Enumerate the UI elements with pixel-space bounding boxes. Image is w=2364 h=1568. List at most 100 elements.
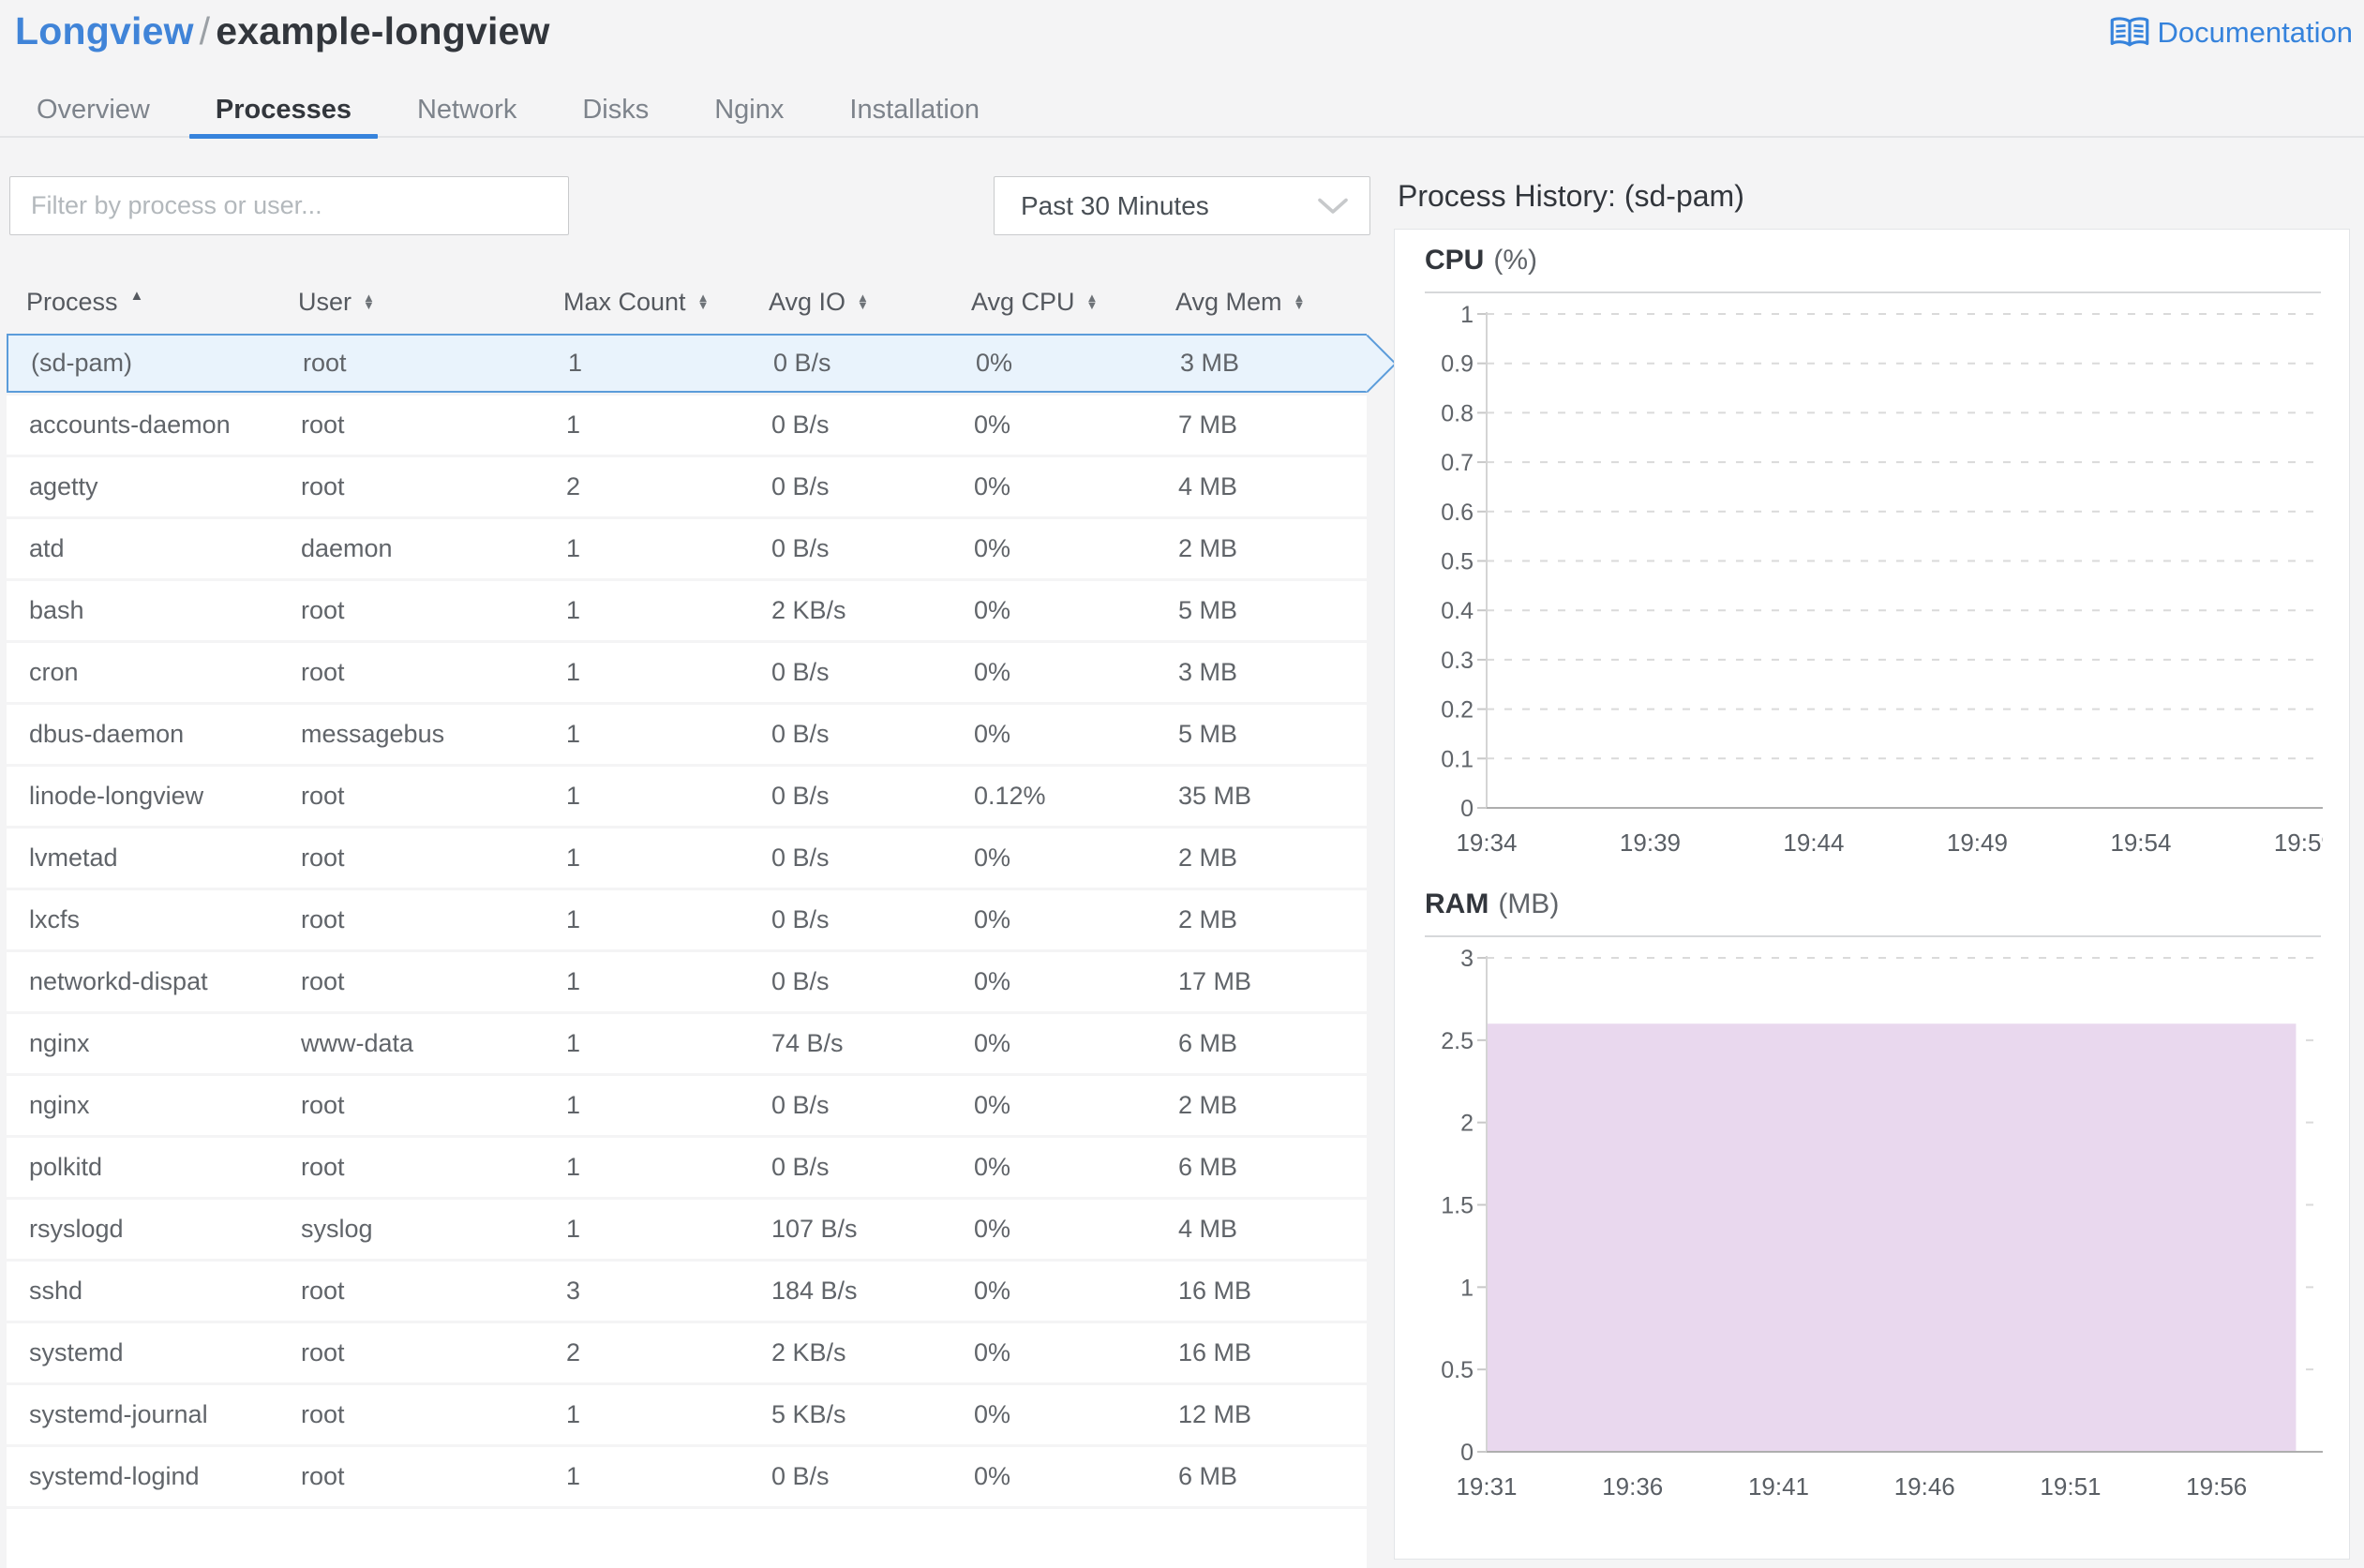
cell-user: root bbox=[301, 472, 345, 500]
table-row[interactable]: lvmetad root 1 0 B/s 0% 2 MB bbox=[7, 829, 1367, 888]
cell-avg-mem: 2 MB bbox=[1178, 844, 1238, 872]
sort-icon: ▲ ▼ bbox=[363, 290, 375, 312]
table-row[interactable]: linode-longview root 1 0 B/s 0.12% 35 MB bbox=[7, 767, 1367, 826]
tab-nginx[interactable]: Nginx bbox=[714, 84, 784, 136]
cell-avg-io: 0 B/s bbox=[771, 905, 830, 933]
chevron-down-icon bbox=[1317, 197, 1349, 216]
column-header[interactable]: Avg IO ▲ ▼ bbox=[749, 288, 951, 317]
column-label: Process bbox=[26, 287, 118, 316]
svg-text:0.9: 0.9 bbox=[1441, 351, 1474, 378]
cell-user: root bbox=[301, 1400, 345, 1428]
cell-avg-io: 2 KB/s bbox=[771, 596, 846, 624]
table-row[interactable]: agetty root 2 0 B/s 0% 4 MB bbox=[7, 457, 1367, 516]
cell-process: systemd-journal bbox=[29, 1400, 208, 1428]
svg-text:19:51: 19:51 bbox=[2040, 1472, 2101, 1501]
cpu-chart: CPU (%) 0 0.1 0.2 0.3 0.4 0.5 0.6 0.7 0.8 0.9 1 19:… bbox=[1425, 230, 2323, 868]
cell-avg-io: 0 B/s bbox=[773, 349, 831, 377]
cell-max-count: 2 bbox=[566, 472, 581, 500]
tab-label: Installation bbox=[849, 95, 980, 125]
tab-installation[interactable]: Installation bbox=[849, 84, 980, 136]
table-row[interactable]: polkitd root 1 0 B/s 0% 6 MB bbox=[7, 1138, 1367, 1197]
column-header[interactable]: Avg Mem ▲ ▼ bbox=[1156, 288, 1367, 317]
cell-avg-mem: 2 MB bbox=[1178, 905, 1238, 933]
documentation-link[interactable]: Documentation bbox=[2109, 15, 2353, 51]
cell-avg-io: 0 B/s bbox=[771, 1153, 830, 1181]
cell-user: daemon bbox=[301, 534, 393, 562]
cell-avg-mem: 2 MB bbox=[1178, 1091, 1238, 1119]
cell-avg-mem: 6 MB bbox=[1178, 1153, 1238, 1181]
chart-plot: 0 0.1 0.2 0.3 0.4 0.5 0.6 0.7 0.8 0.9 1 19:34 19:39 1… bbox=[1441, 306, 2323, 857]
cell-avg-mem: 5 MB bbox=[1178, 596, 1238, 624]
svg-text:2: 2 bbox=[1460, 1111, 1474, 1137]
cell-avg-io: 0 B/s bbox=[771, 411, 830, 439]
cell-max-count: 1 bbox=[566, 1091, 581, 1119]
cell-max-count: 1 bbox=[566, 1153, 581, 1181]
table-row[interactable]: lxcfs root 1 0 B/s 0% 2 MB bbox=[7, 890, 1367, 949]
tab-bar: Overview Processes Network Disks Nginx I… bbox=[0, 84, 2364, 139]
table-row-partial bbox=[7, 1509, 1367, 1568]
chart-divider bbox=[1425, 291, 2321, 293]
table-row[interactable]: systemd-journal root 1 5 KB/s 0% 12 MB bbox=[7, 1385, 1367, 1444]
sort-icon: ▲ ▼ bbox=[696, 290, 710, 312]
svg-text:0.4: 0.4 bbox=[1441, 598, 1474, 624]
chart-plot: 0 0.5 1 1.5 2 2.5 3 19:31 19:36 19:41 19:46 19:51 19… bbox=[1441, 949, 2323, 1501]
cell-avg-cpu: 0% bbox=[974, 1215, 1011, 1243]
cell-process: systemd-logind bbox=[29, 1462, 200, 1490]
column-header[interactable]: Max Count ▲ ▼ bbox=[544, 288, 749, 317]
time-range-value: Past 30 Minutes bbox=[1021, 190, 1209, 220]
breadcrumb-current-page: example-longview bbox=[216, 9, 550, 52]
tab-processes[interactable]: Processes bbox=[188, 84, 378, 139]
table-row[interactable]: systemd-logind root 1 0 B/s 0% 6 MB bbox=[7, 1447, 1367, 1506]
table-row[interactable]: cron root 1 0 B/s 0% 3 MB bbox=[7, 643, 1367, 702]
table-row[interactable]: atd daemon 1 0 B/s 0% 2 MB bbox=[7, 519, 1367, 578]
column-header[interactable]: Process ▲ bbox=[7, 288, 278, 317]
column-header[interactable]: Avg CPU ▲ ▼ bbox=[951, 288, 1156, 317]
cell-avg-mem: 35 MB bbox=[1178, 782, 1252, 810]
time-range-select[interactable]: Past 30 Minutes bbox=[994, 176, 1370, 235]
breadcrumb-longview-link[interactable]: Longview bbox=[15, 9, 194, 52]
cell-avg-io: 5 KB/s bbox=[771, 1400, 846, 1428]
cell-user: root bbox=[301, 658, 345, 686]
tab-overview[interactable]: Overview bbox=[37, 84, 150, 136]
cell-avg-io: 0 B/s bbox=[771, 534, 830, 562]
table-row[interactable]: bash root 1 2 KB/s 0% 5 MB bbox=[7, 581, 1367, 640]
table-row[interactable]: accounts-daemon root 1 0 B/s 0% 7 MB bbox=[7, 396, 1367, 455]
table-row[interactable]: dbus-daemon messagebus 1 0 B/s 0% 5 MB bbox=[7, 705, 1367, 764]
table-row[interactable]: systemd root 2 2 KB/s 0% 16 MB bbox=[7, 1323, 1367, 1382]
cell-avg-mem: 4 MB bbox=[1178, 1215, 1238, 1243]
column-header[interactable]: User ▲ ▼ bbox=[278, 288, 544, 317]
cell-user: root bbox=[301, 844, 345, 872]
svg-text:19:59: 19:59 bbox=[2274, 829, 2323, 857]
chart-unit-label: (MB) bbox=[1498, 889, 1560, 919]
cell-max-count: 1 bbox=[566, 534, 581, 562]
cell-user: root bbox=[301, 411, 345, 439]
column-label: Avg Mem bbox=[1175, 287, 1282, 316]
cell-avg-io: 0 B/s bbox=[771, 967, 830, 995]
tab-network[interactable]: Network bbox=[417, 84, 516, 136]
cell-process: linode-longview bbox=[29, 782, 204, 810]
process-filter-input[interactable] bbox=[9, 176, 569, 235]
process-history-title: Process History: (sd-pam) bbox=[1398, 179, 1744, 213]
table-row[interactable]: sshd root 3 184 B/s 0% 16 MB bbox=[7, 1262, 1367, 1321]
cell-avg-io: 184 B/s bbox=[771, 1277, 858, 1305]
chart-title: CPU bbox=[1425, 245, 1485, 276]
cell-avg-mem: 16 MB bbox=[1178, 1338, 1252, 1366]
cell-process: polkitd bbox=[29, 1153, 103, 1181]
table-row[interactable]: nginx root 1 0 B/s 0% 2 MB bbox=[7, 1076, 1367, 1135]
breadcrumb-separator: / bbox=[199, 9, 211, 52]
tab-disks[interactable]: Disks bbox=[582, 84, 649, 136]
cell-avg-cpu: 0% bbox=[976, 349, 1013, 377]
cell-max-count: 1 bbox=[566, 782, 581, 810]
table-row[interactable]: nginx www-data 1 74 B/s 0% 6 MB bbox=[7, 1014, 1367, 1073]
table-row[interactable]: networkd-dispat root 1 0 B/s 0% 17 MB bbox=[7, 952, 1367, 1011]
table-row[interactable]: rsyslogd syslog 1 107 B/s 0% 4 MB bbox=[7, 1200, 1367, 1259]
column-label: Avg IO bbox=[769, 287, 846, 316]
cell-max-count: 2 bbox=[566, 1338, 581, 1366]
table-row[interactable]: (sd-pam) root 1 0 B/s 0% 3 MB bbox=[7, 334, 1398, 393]
cell-avg-mem: 12 MB bbox=[1178, 1400, 1252, 1428]
cell-user: root bbox=[301, 905, 345, 933]
svg-text:19:41: 19:41 bbox=[1748, 1472, 1809, 1501]
cell-process: agetty bbox=[29, 472, 98, 500]
cell-avg-mem: 4 MB bbox=[1178, 472, 1238, 500]
cell-avg-io: 0 B/s bbox=[771, 1462, 830, 1490]
